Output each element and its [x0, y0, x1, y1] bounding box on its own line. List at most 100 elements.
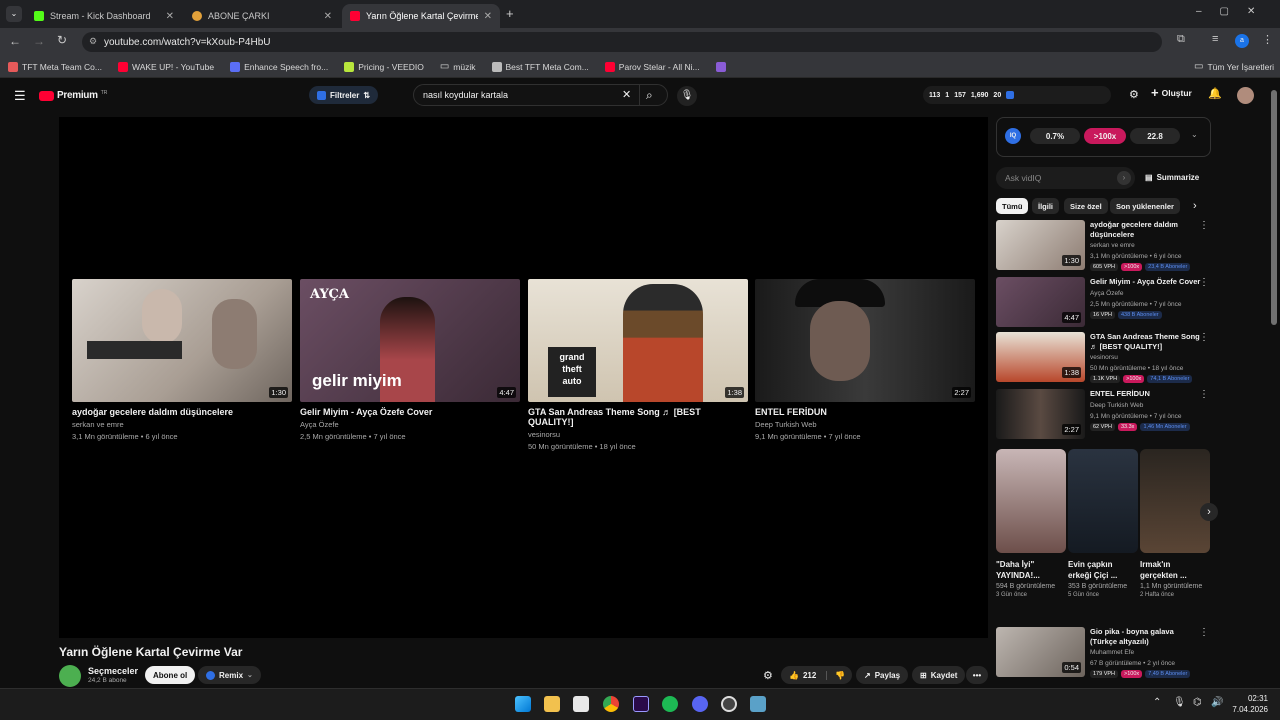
tab-kick[interactable]: Stream - Kick Dashboard ✕: [26, 4, 182, 28]
store-icon[interactable]: [573, 696, 589, 712]
bookmark-item[interactable]: Pricing - VEEDIO: [344, 61, 424, 72]
window-controls[interactable]: –▢✕: [1196, 6, 1273, 17]
bookmark-item[interactable]: WAKE UP! - YouTube: [118, 61, 214, 72]
more-options-icon[interactable]: ⋮: [1199, 277, 1209, 288]
hamburger-icon[interactable]: ☰: [14, 88, 26, 104]
subscribe-button[interactable]: Abone ol: [145, 666, 196, 684]
bookmark-item[interactable]: [715, 61, 726, 72]
endscreen-card[interactable]: 1:30 aydoğar gecelere daldım düşüncelere…: [72, 279, 292, 441]
ask-vidiq-input[interactable]: Ask vidIQ ›: [996, 167, 1135, 189]
video-player[interactable]: 1:30 aydoğar gecelere daldım düşüncelere…: [59, 117, 988, 638]
endscreen-card[interactable]: AYÇA gelir miyim 4:47 Gelir Miyim - Ayça…: [300, 279, 520, 441]
save-button[interactable]: ⊞ Kaydet: [912, 666, 966, 684]
share-button[interactable]: ↗ Paylaş: [856, 666, 909, 684]
vidiq-gear-icon[interactable]: ⚙: [1129, 88, 1139, 101]
bookmark-item[interactable]: Enhance Speech fro...: [230, 61, 328, 72]
thumbs-down-icon[interactable]: 👎: [826, 670, 845, 680]
like-button[interactable]: 👍 212 👎: [781, 666, 852, 684]
channel-avatar[interactable]: [59, 665, 81, 687]
network-icon[interactable]: ⌬: [1193, 697, 1202, 708]
send-icon[interactable]: ›: [1117, 171, 1131, 185]
forward-icon[interactable]: →: [33, 34, 45, 48]
microphone-icon[interactable]: 🎙: [677, 86, 697, 106]
sidebar-video[interactable]: 1:30 aydoğar gecelere daldım düşüncelere…: [996, 220, 1211, 272]
chrome-icon[interactable]: [603, 696, 619, 712]
search-input[interactable]: nasıl koydular kartala ✕ ⌕: [413, 84, 668, 106]
vidiq-icon[interactable]: IQ: [1005, 128, 1021, 144]
volume-icon[interactable]: 🔊: [1211, 697, 1223, 708]
bookmark-item[interactable]: Best TFT Meta Com...: [491, 61, 589, 72]
subs-badge: 7,49 B Aboneler: [1145, 670, 1191, 678]
more-options-icon[interactable]: ⋮: [1199, 627, 1209, 638]
vidiq-gear-icon[interactable]: ⚙: [763, 669, 773, 682]
all-bookmarks[interactable]: ▭ Tüm Yer İşaretleri: [1194, 61, 1274, 72]
new-tab-button[interactable]: +: [506, 6, 514, 21]
share-icon: ↗: [864, 670, 871, 680]
tab-youtube[interactable]: Yarın Öğlene Kartal Çevirme Var ✕: [342, 4, 500, 28]
system-clock[interactable]: 02:31 7.04.2026: [1232, 693, 1268, 715]
channel-name[interactable]: Seçmeceler: [88, 666, 138, 676]
short-card[interactable]: "Daha İyi" YAYINDA!... 594 B görüntüleme…: [996, 449, 1066, 598]
stat-comments: 20: [993, 91, 1002, 99]
clear-search-icon[interactable]: ✕: [622, 88, 631, 101]
file-explorer-icon[interactable]: [544, 696, 560, 712]
more-options-icon[interactable]: ⋮: [1199, 389, 1209, 400]
search-icon[interactable]: ⌕: [646, 88, 653, 103]
chip-related[interactable]: İlgili: [1032, 198, 1059, 214]
microphone-tray-icon[interactable]: 🎙: [1173, 697, 1186, 708]
sidebar-video[interactable]: 1:38 GTA San Andreas Theme Song ♬ [BEST …: [996, 332, 1211, 384]
chevron-down-icon[interactable]: ⌄: [1191, 130, 1198, 139]
reload-icon[interactable]: ↻: [57, 33, 67, 47]
vidiq-stats-bar[interactable]: 113 1 157 1,690 20: [923, 86, 1111, 104]
chip-recent[interactable]: Son yüklenenler: [1110, 198, 1180, 214]
short-card[interactable]: Irmak'ın gerçekten ... 1,1 Mn görüntülem…: [1140, 449, 1210, 598]
menu-icon[interactable]: ⋮: [1262, 33, 1273, 46]
extensions-icon[interactable]: ⧉: [1177, 33, 1185, 46]
close-icon[interactable]: ✕: [324, 11, 332, 22]
sidebar-video[interactable]: 0:54 Gio pika - boyna galava (Türkçe alt…: [996, 627, 1211, 682]
close-icon[interactable]: ✕: [484, 11, 492, 22]
summarize-button[interactable]: ▤ Summarize: [1145, 173, 1199, 182]
chevron-right-icon[interactable]: ›: [1193, 200, 1197, 212]
site-info-icon[interactable]: ⚙: [89, 36, 97, 47]
more-options-icon[interactable]: ⋮: [1199, 332, 1209, 343]
windows-start-icon[interactable]: [515, 696, 531, 712]
profile-avatar[interactable]: a: [1235, 34, 1249, 48]
chip-for-you[interactable]: Size özel: [1064, 198, 1108, 214]
sidebar-video[interactable]: 2:27 ENTEL FERİDUN Deep Turkish Web 9,1 …: [996, 389, 1211, 441]
discord-icon[interactable]: [692, 696, 708, 712]
create-button[interactable]: + Oluştur: [1151, 86, 1192, 99]
more-actions-button[interactable]: •••: [966, 666, 988, 684]
url-field[interactable]: ⚙ youtube.com/watch?v=kXoub-P4HbU: [82, 32, 1162, 52]
tray-chevron-icon[interactable]: ⌃: [1153, 697, 1161, 708]
tab-abone[interactable]: ABONE ÇARKI ✕: [184, 4, 340, 28]
scrollbar-thumb[interactable]: [1271, 90, 1277, 325]
chip-all[interactable]: Tümü: [996, 198, 1029, 214]
endscreen-card[interactable]: grand theft auto 1:38 GTA San Andreas Them…: [528, 279, 748, 451]
bookmark-item[interactable]: Parov Stelar - All Ni...: [604, 61, 700, 72]
bookmark-folder[interactable]: ▭ müzik: [440, 61, 476, 72]
endscreen-card[interactable]: 2:27 ENTEL FERİDUN Deep Turkish Web 9,1 …: [755, 279, 975, 441]
obs-icon[interactable]: [721, 696, 737, 712]
notifications-icon[interactable]: 🔔: [1208, 87, 1222, 100]
back-icon[interactable]: ←: [9, 34, 21, 48]
vidiq-remix-button[interactable]: Remix ⌄: [198, 666, 261, 684]
avatar[interactable]: [1237, 87, 1254, 104]
short-card[interactable]: Evin çapkın erkeği Çiçi ... 353 B görünt…: [1068, 449, 1138, 598]
tab-search-button[interactable]: ⌄: [6, 6, 22, 22]
more-options-icon[interactable]: ⋮: [1199, 220, 1209, 231]
score-value: 22.8: [1147, 131, 1163, 141]
chevron-right-icon[interactable]: ›: [1200, 503, 1218, 521]
youtube-icon: [604, 61, 615, 72]
spotify-icon[interactable]: [662, 696, 678, 712]
vidiq-filters-button[interactable]: Filtreler ⇅: [309, 86, 379, 104]
bookmark-item[interactable]: TFT Meta Team Co...: [8, 61, 102, 72]
app-icon[interactable]: [750, 696, 766, 712]
youtube-logo[interactable]: Premium TR: [39, 90, 107, 101]
close-icon[interactable]: ✕: [166, 11, 174, 22]
scrollbar[interactable]: [1271, 80, 1278, 688]
short-views: 594 B görüntüleme: [996, 583, 1056, 590]
media-icon[interactable]: ≡: [1212, 33, 1218, 45]
premiere-icon[interactable]: [633, 696, 649, 712]
sidebar-video[interactable]: 4:47 Gelir Miyim - Ayça Özefe Cover Ayça…: [996, 277, 1211, 329]
